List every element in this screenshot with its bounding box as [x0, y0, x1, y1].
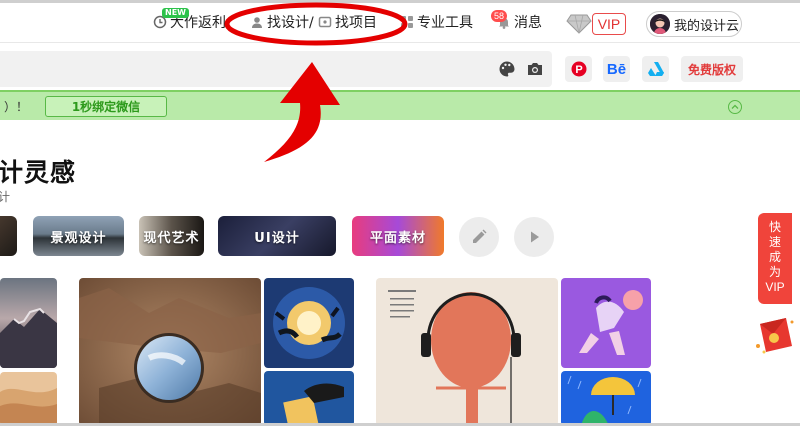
category-chip-partial[interactable]	[0, 216, 17, 256]
nav-find-project[interactable]: 找项目	[318, 11, 377, 33]
float-vip-char: VIP	[765, 280, 785, 294]
palette-icon[interactable]	[498, 60, 516, 78]
category-label: 现代艺术	[143, 230, 200, 246]
gallery-image-purple-figure[interactable]	[561, 278, 651, 368]
grid-icon	[401, 16, 413, 28]
search-bar[interactable]	[0, 51, 552, 87]
category-chip-landscape[interactable]: 景观设计	[33, 216, 124, 256]
pencil-icon	[473, 229, 487, 243]
chevron-up-icon	[731, 104, 739, 109]
edit-button[interactable]	[459, 217, 499, 257]
page-subtitle: 计	[0, 190, 11, 204]
diamond-icon	[566, 14, 592, 34]
gallery-image-umbrella[interactable]	[561, 371, 651, 426]
float-vip-char: 为	[768, 265, 781, 279]
gallery-image-tiny-planet[interactable]	[264, 278, 354, 368]
messages-count-badge: 58	[491, 10, 508, 22]
header-divider	[0, 42, 800, 43]
category-label: 景观设计	[50, 230, 107, 246]
avatar	[650, 14, 670, 34]
nav-find-design[interactable]: 找设计/	[250, 11, 314, 33]
category-chip-modern-art[interactable]: 现代艺术	[139, 216, 204, 256]
artstation-button[interactable]	[642, 56, 669, 82]
category-label: 平面素材	[369, 230, 426, 246]
play-button[interactable]	[514, 217, 554, 257]
pinterest-icon: P	[571, 61, 586, 77]
nav-find-design-label: 找设计/	[267, 15, 314, 31]
nav-messages-label: 消息	[514, 15, 542, 31]
folder-icon	[318, 16, 332, 28]
notice-text: ）！	[4, 100, 29, 114]
top-nav: 大作返利 NEW 找设计/ 找项目 专业工具 消息 58 VIP 我的设计云	[0, 6, 800, 40]
notice-bar: ）！ 1秒绑定微信	[0, 90, 800, 120]
behance-icon: Bē	[606, 60, 627, 78]
camera-icon[interactable]	[526, 60, 544, 78]
gallery-image-hand-card[interactable]	[264, 371, 354, 426]
category-label: UI设计	[254, 230, 300, 246]
new-badge: NEW	[162, 8, 189, 18]
page: 大作返利 NEW 找设计/ 找项目 专业工具 消息 58 VIP 我的设计云 P…	[0, 0, 800, 426]
float-vip-char: 快	[768, 220, 781, 234]
page-title: 计灵感	[0, 158, 77, 187]
gallery-image-mountain[interactable]	[0, 278, 57, 368]
my-design-cloud-label: 我的设计云	[674, 18, 740, 34]
become-vip-float-button[interactable]: 快 速 成 为 VIP	[758, 213, 792, 304]
float-vip-char: 速	[768, 235, 781, 249]
behance-button[interactable]: Bē	[603, 56, 630, 82]
category-chip-graphic-assets[interactable]: 平面素材	[352, 216, 444, 256]
nav-pro-tools-label: 专业工具	[417, 15, 473, 31]
play-icon	[531, 231, 539, 243]
user-icon	[252, 17, 262, 28]
pinterest-label: P	[575, 64, 582, 76]
nav-find-project-label: 找项目	[335, 15, 377, 31]
artstation-icon	[647, 62, 664, 76]
collapse-notice-button[interactable]	[728, 100, 742, 114]
nav-pro-tools[interactable]: 专业工具	[400, 11, 473, 33]
red-envelope-icon[interactable]	[752, 314, 798, 358]
gallery-image-mirror-rocks[interactable]	[79, 278, 261, 426]
vip-button[interactable]: VIP	[592, 13, 626, 35]
free-copyright-button[interactable]: 免费版权	[681, 56, 743, 82]
gallery-image-headphones-poster[interactable]	[376, 278, 558, 426]
bind-wechat-button[interactable]: 1秒绑定微信	[45, 96, 167, 117]
pinterest-button[interactable]: P	[565, 56, 592, 82]
category-chip-ui-design[interactable]: UI设计	[218, 216, 336, 256]
window-top-edge	[0, 0, 800, 3]
gallery-image-desert[interactable]	[0, 372, 57, 426]
my-design-cloud-button[interactable]: 我的设计云	[646, 11, 742, 37]
float-vip-char: 成	[768, 250, 781, 264]
